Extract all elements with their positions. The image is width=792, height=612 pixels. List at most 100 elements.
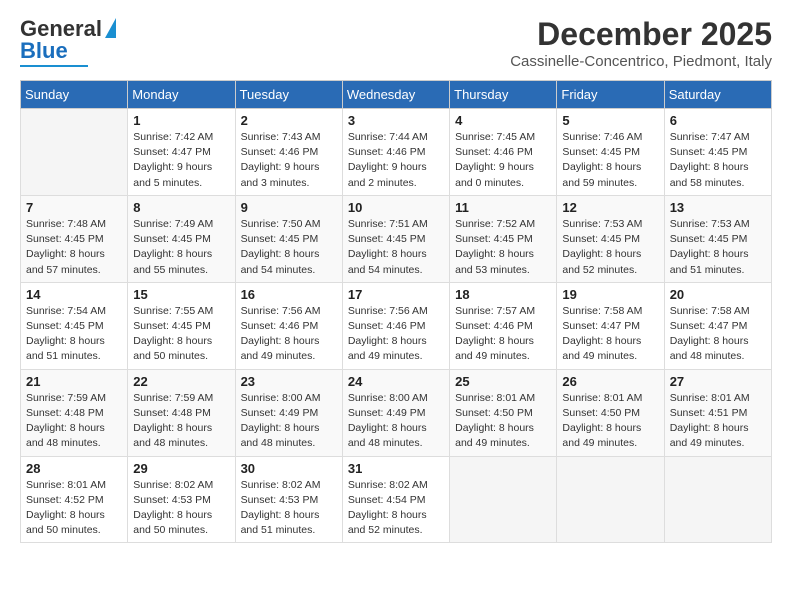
day-number: 7 (26, 200, 122, 215)
day-number: 31 (348, 461, 444, 476)
calendar-cell (450, 456, 557, 543)
logo-underline (20, 65, 88, 67)
weekday-header-monday: Monday (128, 81, 235, 109)
day-number: 22 (133, 374, 229, 389)
day-number: 29 (133, 461, 229, 476)
day-number: 26 (562, 374, 658, 389)
page-header: General Blue December 2025 Cassinelle-Co… (20, 16, 772, 70)
calendar-cell: 25Sunrise: 8:01 AMSunset: 4:50 PMDayligh… (450, 369, 557, 456)
weekday-header-row: SundayMondayTuesdayWednesdayThursdayFrid… (21, 81, 772, 109)
day-info: Sunrise: 8:02 AMSunset: 4:53 PMDaylight:… (241, 478, 337, 539)
day-info: Sunrise: 7:56 AMSunset: 4:46 PMDaylight:… (348, 304, 444, 365)
calendar-week-2: 7Sunrise: 7:48 AMSunset: 4:45 PMDaylight… (21, 195, 772, 282)
day-number: 8 (133, 200, 229, 215)
calendar-cell: 18Sunrise: 7:57 AMSunset: 4:46 PMDayligh… (450, 282, 557, 369)
day-info: Sunrise: 7:55 AMSunset: 4:45 PMDaylight:… (133, 304, 229, 365)
calendar-week-3: 14 Sunrise: 7:54 AMSunset: 4:45 PMDayligh… (21, 282, 772, 369)
day-info: Sunrise: 8:00 AMSunset: 4:49 PMDaylight:… (348, 391, 444, 452)
day-info: Sunrise: 7:47 AMSunset: 4:45 PMDaylight:… (670, 130, 766, 191)
calendar-cell: 2 Sunrise: 7:43 AMSunset: 4:46 PMDaylight… (235, 109, 342, 196)
day-number: 12 (562, 200, 658, 215)
calendar-cell (557, 456, 664, 543)
day-info: Sunrise: 8:01 AMSunset: 4:50 PMDaylight:… (562, 391, 658, 452)
day-info: Sunrise: 7:45 AMSunset: 4:46 PMDaylight:… (455, 130, 551, 191)
day-number: 23 (241, 374, 337, 389)
day-number: 24 (348, 374, 444, 389)
calendar-cell: 28 Sunrise: 8:01 AMSunset: 4:52 PMDayligh… (21, 456, 128, 543)
logo-blue-text: Blue (20, 38, 68, 64)
calendar-cell: 5 Sunrise: 7:46 AMSunset: 4:45 PMDaylight… (557, 109, 664, 196)
day-info: Sunrise: 8:02 AMSunset: 4:54 PMDaylight:… (348, 478, 444, 539)
day-info: Sunrise: 8:01 AMSunset: 4:50 PMDaylight:… (455, 391, 551, 452)
weekday-header-saturday: Saturday (664, 81, 771, 109)
calendar-week-4: 21 Sunrise: 7:59 AMSunset: 4:48 PMDayligh… (21, 369, 772, 456)
day-info: Sunrise: 7:51 AMSunset: 4:45 PMDaylight:… (348, 217, 444, 278)
day-number: 28 (26, 461, 122, 476)
calendar-cell: 21 Sunrise: 7:59 AMSunset: 4:48 PMDayligh… (21, 369, 128, 456)
day-info: Sunrise: 7:44 AMSunset: 4:46 PMDaylight:… (348, 130, 444, 191)
day-info: Sunrise: 7:53 AMSunset: 4:45 PMDaylight:… (562, 217, 658, 278)
day-number: 11 (455, 200, 551, 215)
calendar-cell: 7Sunrise: 7:48 AMSunset: 4:45 PMDaylight… (21, 195, 128, 282)
day-info: Sunrise: 8:01 AMSunset: 4:52 PMDaylight:… (26, 478, 122, 539)
day-number: 19 (562, 287, 658, 302)
day-info: Sunrise: 7:59 AMSunset: 4:48 PMDaylight:… (26, 391, 122, 452)
calendar-cell: 29 Sunrise: 8:02 AMSunset: 4:53 PMDayligh… (128, 456, 235, 543)
calendar-cell: 11 Sunrise: 7:52 AMSunset: 4:45 PMDayligh… (450, 195, 557, 282)
location-subtitle: Cassinelle-Concentrico, Piedmont, Italy (510, 53, 772, 70)
month-title: December 2025 (510, 16, 772, 53)
calendar-cell (664, 456, 771, 543)
day-number: 1 (133, 113, 229, 128)
calendar-cell: 19Sunrise: 7:58 AMSunset: 4:47 PMDayligh… (557, 282, 664, 369)
day-info: Sunrise: 8:02 AMSunset: 4:53 PMDaylight:… (133, 478, 229, 539)
calendar-cell: 15Sunrise: 7:55 AMSunset: 4:45 PMDayligh… (128, 282, 235, 369)
day-number: 3 (348, 113, 444, 128)
weekday-header-wednesday: Wednesday (342, 81, 449, 109)
day-number: 30 (241, 461, 337, 476)
calendar-cell: 20Sunrise: 7:58 AMSunset: 4:47 PMDayligh… (664, 282, 771, 369)
day-number: 9 (241, 200, 337, 215)
weekday-header-tuesday: Tuesday (235, 81, 342, 109)
day-number: 6 (670, 113, 766, 128)
day-info: Sunrise: 7:53 AMSunset: 4:45 PMDaylight:… (670, 217, 766, 278)
title-area: December 2025 Cassinelle-Concentrico, Pi… (510, 16, 772, 70)
calendar-week-5: 28 Sunrise: 8:01 AMSunset: 4:52 PMDayligh… (21, 456, 772, 543)
day-number: 16 (241, 287, 337, 302)
calendar-cell: 8 Sunrise: 7:49 AMSunset: 4:45 PMDaylight… (128, 195, 235, 282)
calendar-cell: 26 Sunrise: 8:01 AMSunset: 4:50 PMDayligh… (557, 369, 664, 456)
day-number: 2 (241, 113, 337, 128)
calendar-cell: 27 Sunrise: 8:01 AMSunset: 4:51 PMDayligh… (664, 369, 771, 456)
day-number: 4 (455, 113, 551, 128)
day-number: 5 (562, 113, 658, 128)
day-number: 21 (26, 374, 122, 389)
day-number: 27 (670, 374, 766, 389)
day-number: 14 (26, 287, 122, 302)
calendar-cell: 30 Sunrise: 8:02 AMSunset: 4:53 PMDayligh… (235, 456, 342, 543)
day-info: Sunrise: 7:54 AMSunset: 4:45 PMDaylight:… (26, 304, 122, 365)
calendar-cell: 31 Sunrise: 8:02 AMSunset: 4:54 PMDayligh… (342, 456, 449, 543)
day-info: Sunrise: 7:57 AMSunset: 4:46 PMDaylight:… (455, 304, 551, 365)
day-info: Sunrise: 8:01 AMSunset: 4:51 PMDaylight:… (670, 391, 766, 452)
calendar-cell: 14 Sunrise: 7:54 AMSunset: 4:45 PMDayligh… (21, 282, 128, 369)
day-info: Sunrise: 7:43 AMSunset: 4:46 PMDaylight:… (241, 130, 337, 191)
day-info: Sunrise: 7:52 AMSunset: 4:45 PMDaylight:… (455, 217, 551, 278)
calendar-cell: 13 Sunrise: 7:53 AMSunset: 4:45 PMDayligh… (664, 195, 771, 282)
calendar-cell: 24 Sunrise: 8:00 AMSunset: 4:49 PMDayligh… (342, 369, 449, 456)
day-number: 10 (348, 200, 444, 215)
weekday-header-sunday: Sunday (21, 81, 128, 109)
day-info: Sunrise: 7:50 AMSunset: 4:45 PMDaylight:… (241, 217, 337, 278)
calendar-cell: 4 Sunrise: 7:45 AMSunset: 4:46 PMDaylight… (450, 109, 557, 196)
calendar-cell: 23Sunrise: 8:00 AMSunset: 4:49 PMDayligh… (235, 369, 342, 456)
calendar-cell: 12 Sunrise: 7:53 AMSunset: 4:45 PMDayligh… (557, 195, 664, 282)
day-info: Sunrise: 7:42 AMSunset: 4:47 PMDaylight:… (133, 130, 229, 191)
day-info: Sunrise: 7:46 AMSunset: 4:45 PMDaylight:… (562, 130, 658, 191)
calendar-table: SundayMondayTuesdayWednesdayThursdayFrid… (20, 80, 772, 543)
calendar-cell: 16Sunrise: 7:56 AMSunset: 4:46 PMDayligh… (235, 282, 342, 369)
day-number: 13 (670, 200, 766, 215)
day-number: 20 (670, 287, 766, 302)
calendar-cell (21, 109, 128, 196)
day-info: Sunrise: 7:49 AMSunset: 4:45 PMDaylight:… (133, 217, 229, 278)
calendar-cell: 3 Sunrise: 7:44 AMSunset: 4:46 PMDaylight… (342, 109, 449, 196)
calendar-week-1: 1 Sunrise: 7:42 AMSunset: 4:47 PMDaylight… (21, 109, 772, 196)
weekday-header-thursday: Thursday (450, 81, 557, 109)
